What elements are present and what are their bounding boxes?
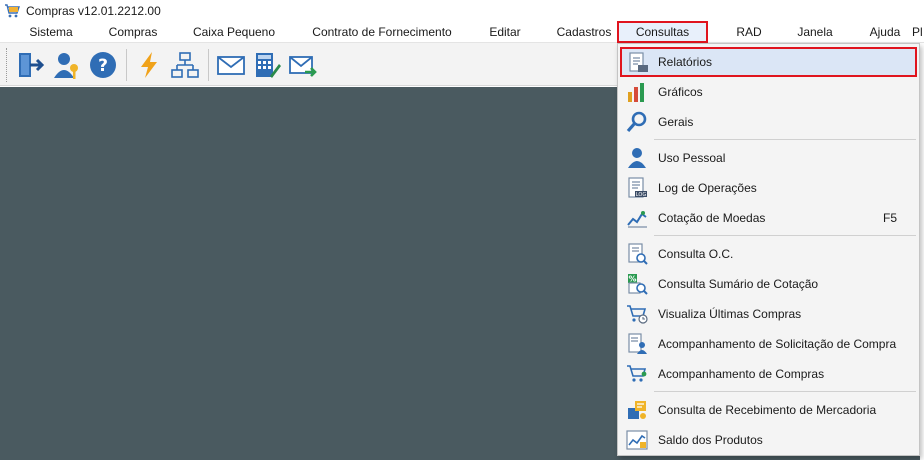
menu-pl-partial[interactable]: Pl: [912, 22, 924, 43]
menu-compras[interactable]: Compras: [100, 22, 166, 43]
calculator-edit-icon: [256, 53, 281, 78]
menu-item-label: Consulta de Recebimento de Mercadoria: [658, 403, 877, 417]
menu-item-uso-pessoal[interactable]: Uso Pessoal: [620, 143, 917, 173]
toolbar-grip[interactable]: [6, 48, 9, 82]
menu-item-saldo-dos-produtos[interactable]: Saldo dos Produtos: [620, 425, 917, 455]
menu-item-label: Saldo dos Produtos: [658, 433, 763, 447]
title-bar: Compras v12.01.2212.00: [0, 0, 924, 22]
exit-door-icon: [19, 53, 45, 77]
cart-icon: [5, 4, 20, 18]
menu-item-consulta-oc[interactable]: Consulta O.C.: [620, 239, 917, 269]
menu-ajuda[interactable]: Ajuda: [860, 22, 910, 43]
exit-button[interactable]: [14, 48, 48, 82]
menu-item-label: Uso Pessoal: [658, 151, 726, 165]
menu-item-label: Acompanhamento de Compras: [658, 367, 825, 381]
menu-contrato-de-fornecimento[interactable]: Contrato de Fornecimento: [303, 22, 461, 43]
menu-rad[interactable]: RAD: [728, 22, 770, 43]
menu-item-label: Log de Operações: [658, 181, 757, 195]
org-chart-button[interactable]: [168, 48, 202, 82]
magnifier-icon: [626, 111, 647, 133]
menu-item-label: Relatórios: [658, 55, 713, 69]
window-title: Compras v12.01.2212.00: [26, 4, 161, 18]
toolbar-separator: [126, 49, 127, 81]
document-search-icon: [628, 243, 648, 265]
document-person-icon: [628, 333, 647, 354]
lightning-icon: [141, 52, 157, 78]
svg-text:?: ?: [98, 56, 108, 76]
menu-separator: [654, 235, 916, 236]
menu-item-consulta-sumario-de-cotacao[interactable]: % Consulta Sumário de Cotação: [620, 269, 917, 299]
user-key-icon: [54, 53, 78, 79]
cart-person-icon: [627, 365, 647, 382]
menu-item-label: Consulta O.C.: [658, 247, 734, 261]
menu-item-acompanhamento-de-compras[interactable]: Acompanhamento de Compras: [620, 359, 917, 389]
person-icon: [628, 148, 646, 168]
help-icon: ?: [90, 52, 116, 78]
consultas-dropdown-menu: Relatórios Gráficos Gerais Uso Pessoal L…: [617, 43, 920, 456]
cart-clock-icon: [627, 305, 648, 324]
menu-sistema[interactable]: Sistema: [20, 22, 82, 43]
menu-item-label: Gráficos: [658, 85, 703, 99]
currency-trend-icon: [627, 211, 647, 228]
menu-item-label: Consulta Sumário de Cotação: [658, 277, 819, 291]
report-icon: [629, 52, 648, 72]
menu-item-shortcut: F5: [882, 211, 897, 225]
bar-chart-icon: [628, 83, 644, 102]
menu-item-relatorios[interactable]: Relatórios: [620, 47, 917, 77]
menu-item-log-de-operacoes[interactable]: LOG Log de Operações: [620, 173, 917, 203]
menu-cadastros[interactable]: Cadastros: [548, 22, 620, 43]
user-key-button[interactable]: [50, 48, 84, 82]
help-button[interactable]: ?: [86, 48, 120, 82]
menu-editar[interactable]: Editar: [480, 22, 530, 43]
menu-bar: Sistema Compras Caixa Pequeno Contrato d…: [0, 21, 924, 43]
menu-separator: [654, 139, 916, 140]
log-document-icon: LOG: [628, 177, 647, 198]
menu-janela[interactable]: Janela: [788, 22, 842, 43]
mail-forward-button[interactable]: [286, 48, 320, 82]
menu-consultas[interactable]: Consultas: [617, 21, 708, 43]
menu-item-gerais[interactable]: Gerais: [620, 107, 917, 137]
window-edge: [920, 43, 924, 460]
menu-item-consulta-de-recebimento-de-mercadoria[interactable]: Consulta de Recebimento de Mercadoria: [620, 395, 917, 425]
toolbar-separator: [208, 49, 209, 81]
mail-button[interactable]: [214, 48, 248, 82]
menu-item-label: Visualiza Últimas Compras: [658, 307, 802, 321]
menu-item-label: Gerais: [658, 115, 694, 129]
menu-item-acompanhamento-de-solicitacao-de-compra[interactable]: Acompanhamento de Solicitação de Compra: [620, 329, 917, 359]
svg-text:%: %: [628, 275, 636, 284]
stock-chart-icon: [626, 430, 648, 450]
quick-action-button[interactable]: [132, 48, 166, 82]
menu-item-visualiza-ultimas-compras[interactable]: Visualiza Últimas Compras: [620, 299, 917, 329]
menu-item-label: Cotação de Moedas: [658, 211, 766, 225]
menu-item-cotacao-de-moedas[interactable]: Cotação de Moedas F5: [620, 203, 917, 233]
menu-item-graficos[interactable]: Gráficos: [620, 77, 917, 107]
org-chart-icon: [171, 52, 199, 78]
percent-search-icon: %: [628, 274, 648, 295]
menu-item-label: Acompanhamento de Solicitação de Compra: [658, 337, 897, 351]
box-receipt-icon: [628, 401, 646, 419]
mail-forward-icon: [289, 56, 317, 77]
svg-text:LOG: LOG: [636, 192, 647, 198]
calculator-edit-button[interactable]: [250, 48, 284, 82]
mail-icon: [217, 56, 245, 75]
menu-caixa-pequeno[interactable]: Caixa Pequeno: [186, 22, 282, 43]
menu-separator: [654, 391, 916, 392]
